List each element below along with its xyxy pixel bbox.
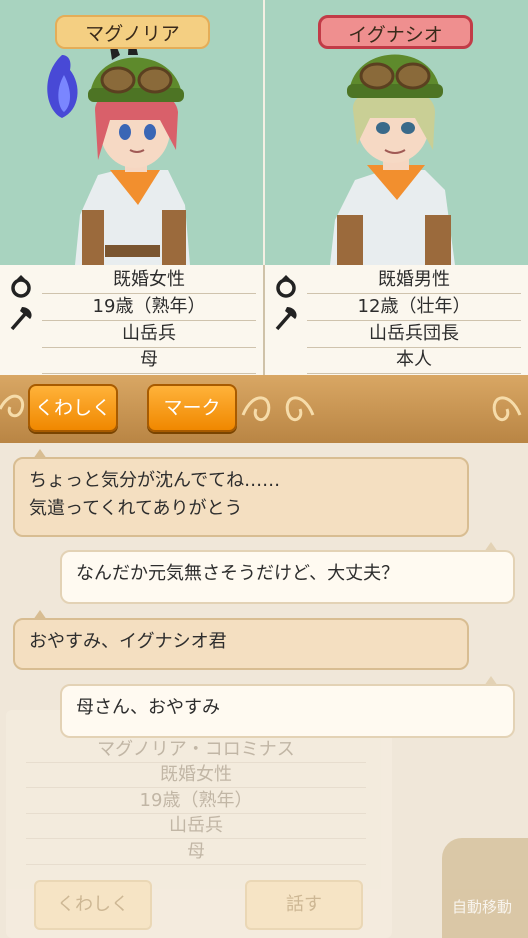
background-marital: 既婚女性 (26, 763, 366, 788)
auto-move-label: 自動移動 (452, 898, 513, 916)
age: 19歳（熟年） (42, 294, 256, 321)
portraits: マグノリア イグナシオ (0, 0, 528, 265)
age: 12歳（壮年） (307, 294, 521, 321)
auto-move-button: 自動移動 (442, 838, 528, 938)
background-details-button: くわしく (34, 880, 152, 930)
scroll-ornament-left (0, 394, 25, 418)
relation: 本人 (307, 347, 521, 374)
info-panel-ignacio: 既婚男性 12歳（壮年） 山岳兵団長 本人 (265, 265, 528, 375)
chat-message-2: なんだか元気無さそうだけど、大丈夫？ (60, 550, 515, 604)
background-age: 19歳（熟年） (26, 789, 366, 814)
action-bar: くわしく マーク (0, 375, 528, 443)
scroll-ornament-right (492, 396, 522, 422)
background-job: 山岳兵 (26, 814, 366, 839)
chat-message-1-line1: ちょっと気分が沈んでてね…… (29, 470, 281, 491)
chat-message-3: おやすみ、イグナシオ君 (13, 618, 469, 670)
name-plate-magnolia: マグノリア (55, 15, 210, 49)
portrait-ignacio: イグナシオ (265, 0, 528, 265)
ring-icon (276, 275, 296, 298)
portrait-magnolia: マグノリア (0, 0, 263, 265)
relation: 母 (42, 347, 256, 374)
ring-icon (11, 275, 31, 298)
axe-icon (275, 307, 297, 331)
background-relation: 母 (26, 840, 366, 865)
job: 山岳兵団長 (307, 321, 521, 348)
name-plate-ignacio: イグナシオ (318, 15, 473, 49)
mark-button[interactable]: マーク (147, 384, 237, 432)
details-button[interactable]: くわしく (28, 384, 118, 432)
background-talk-button: 話す (245, 880, 363, 930)
info-panel-magnolia: 既婚女性 19歳（熟年） 山岳兵 母 (0, 265, 263, 375)
marital-status: 既婚女性 (42, 267, 256, 294)
chat-message-4: 母さん、おやすみ (60, 684, 515, 738)
marital-status: 既婚男性 (307, 267, 521, 294)
job: 山岳兵 (42, 321, 256, 348)
chat-message-1: ちょっと気分が沈んでてね…… 気遣ってくれてありがとう (13, 457, 469, 537)
scroll-ornament-center (241, 396, 315, 422)
background-full-name: マグノリア・コロミナス (26, 738, 366, 763)
chat-area: マグノリア・コロミナス 既婚女性 19歳（熟年） 山岳兵 母 くわしく 話す 自… (0, 443, 528, 938)
chat-message-1-line2: 気遣ってくれてありがとう (29, 498, 243, 519)
axe-icon (10, 307, 32, 331)
